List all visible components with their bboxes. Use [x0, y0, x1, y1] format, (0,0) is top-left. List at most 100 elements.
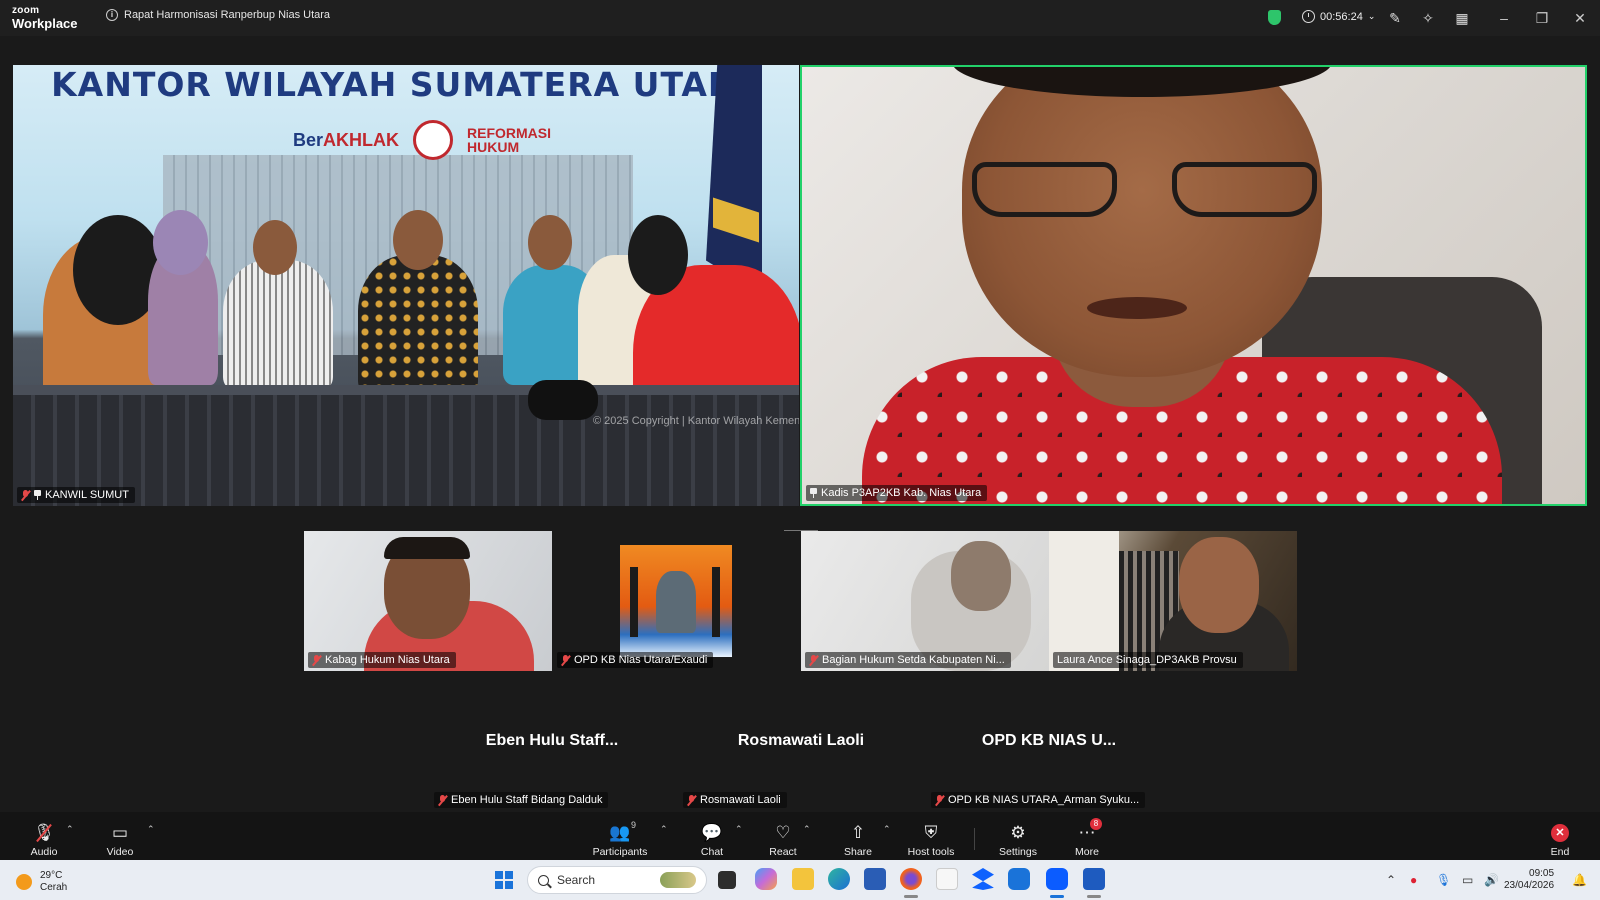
- store-icon[interactable]: [864, 868, 886, 890]
- brand-bottom: Workplace: [12, 16, 78, 31]
- share-button[interactable]: ⇧ Share: [843, 816, 873, 858]
- mic-muted-icon: [935, 794, 944, 806]
- host-tools-button[interactable]: ⛨ Host tools: [906, 816, 956, 858]
- pencil-icon[interactable]: ✎: [1386, 9, 1404, 27]
- video-button[interactable]: ▭ Video: [104, 816, 136, 858]
- participant-display-name: Rosmawati Laoli: [737, 732, 865, 749]
- weather-widget[interactable]: 29°C Cerah: [16, 870, 67, 894]
- audio-button[interactable]: 🎙 Audio: [28, 816, 60, 858]
- video-tile-kabag[interactable]: Kabag Hukum Nias Utara: [304, 531, 552, 671]
- participants-caret-icon[interactable]: ⌃: [660, 824, 668, 835]
- window: [1049, 531, 1119, 671]
- heart-icon: ♡: [775, 823, 791, 842]
- restore-button[interactable]: ❐: [1532, 8, 1552, 28]
- taskbar-search[interactable]: Search: [527, 866, 707, 894]
- chat-caret-icon[interactable]: ⌃: [735, 824, 743, 835]
- video-label: Video: [106, 846, 134, 858]
- grid-view-icon[interactable]: ▦: [1453, 9, 1471, 27]
- hand: [951, 541, 1011, 611]
- person: [358, 255, 478, 395]
- task-view-icon[interactable]: [718, 871, 736, 889]
- person-head: [393, 210, 443, 270]
- audio-options-caret-icon[interactable]: ⌃: [66, 824, 74, 835]
- network-icon[interactable]: ▭: [1462, 873, 1473, 887]
- video-tile-bagian-hukum[interactable]: Bagian Hukum Setda Kabupaten Ni...: [801, 531, 1049, 671]
- berakhlak-ber: Ber: [293, 129, 324, 150]
- chat-button[interactable]: 💬 Chat: [698, 816, 726, 858]
- zoom-app-icon[interactable]: [1046, 868, 1068, 890]
- system-clock[interactable]: 09:05 23/04/2026: [1504, 868, 1554, 892]
- more-dots-icon: ⋯ 8: [1074, 818, 1102, 844]
- name-tile-opd-kb-arman[interactable]: OPD KB NIAS U... OPD KB NIAS UTARA_Arman…: [925, 720, 1173, 812]
- word-icon[interactable]: [1083, 868, 1105, 890]
- meeting-timer[interactable]: 00:56:24 ⌄: [1302, 10, 1375, 23]
- participant-name-tag: Kadis P3AP2KB Kab. Nias Utara: [806, 485, 988, 501]
- video-tile-opd-kb[interactable]: OPD KB Nias Utara/Exaudi: [553, 531, 801, 671]
- participant-name: OPD KB Nias Utara/Exaudi: [574, 654, 708, 666]
- minimize-button[interactable]: –: [1494, 8, 1514, 28]
- more-button[interactable]: ⋯ 8 More: [1072, 816, 1102, 858]
- palm-tree: [630, 567, 638, 637]
- mic-muted-icon: [687, 794, 696, 806]
- video-tile-kanwil[interactable]: KANTOR WILAYAH SUMATERA UTARA BerAKHLAK …: [13, 65, 799, 506]
- more-label: More: [1075, 846, 1099, 858]
- end-button[interactable]: ✕ End: [1548, 816, 1572, 858]
- backdrop-banner: KANTOR WILAYAH SUMATERA UTARA: [51, 65, 761, 104]
- antivirus-icon[interactable]: ●: [1410, 873, 1417, 887]
- notification-bell-icon[interactable]: 🔔: [1572, 873, 1587, 887]
- mic-muted-icon: [561, 654, 570, 666]
- react-caret-icon[interactable]: ⌃: [803, 824, 811, 835]
- meeting-info[interactable]: i Rapat Harmonisasi Ranperbup Nias Utara: [106, 9, 330, 21]
- reformasi-hukum-logo: REFORMASI HUKUM: [467, 125, 552, 155]
- settings-button[interactable]: ⚙ Settings: [998, 816, 1038, 858]
- zoom-window: zoom Workplace i Rapat Harmonisasi Ranpe…: [0, 0, 1600, 900]
- outlook-icon[interactable]: [1008, 868, 1030, 890]
- search-highlight-image: [660, 872, 696, 888]
- edge-browser-icon[interactable]: [828, 868, 850, 890]
- microphone-icon[interactable]: 🎙: [1436, 873, 1451, 887]
- copyright-text: © 2025 Copyright | Kantor Wilayah Kement…: [593, 415, 799, 427]
- camera: [528, 380, 598, 420]
- participant-name: Eben Hulu Staff Bidang Dalduk: [451, 794, 603, 806]
- participant-name: KANWIL SUMUT: [45, 489, 129, 501]
- name-tile-rosmawati[interactable]: Rosmawati Laoli Rosmawati Laoli: [677, 720, 925, 812]
- video-tile-laura[interactable]: Laura Ance Sinaga_DP3AKB Provsu: [1049, 531, 1297, 671]
- video-options-caret-icon[interactable]: ⌃: [147, 824, 155, 835]
- video-tile-active-speaker[interactable]: Kadis P3AP2KB Kab. Nias Utara: [800, 65, 1587, 506]
- participant-display-name: Eben Hulu Staff...: [485, 732, 619, 749]
- clock-date: 23/04/2026: [1504, 880, 1555, 891]
- firefox-icon[interactable]: [900, 868, 922, 890]
- amazon-icon[interactable]: [936, 868, 958, 890]
- react-label: React: [769, 846, 797, 858]
- armored-figure: [656, 571, 696, 633]
- copilot-icon[interactable]: [755, 868, 777, 890]
- sparkle-icon[interactable]: ✧: [1419, 9, 1437, 27]
- share-caret-icon[interactable]: ⌃: [883, 824, 891, 835]
- palm-tree: [712, 567, 720, 637]
- dropbox-icon[interactable]: [972, 868, 994, 890]
- clock-icon: [1302, 10, 1315, 23]
- participant-name: OPD KB NIAS UTARA_Arman Syuku...: [948, 794, 1140, 806]
- person: [223, 260, 333, 390]
- close-button[interactable]: ✕: [1570, 8, 1590, 28]
- search-icon: [538, 874, 549, 886]
- settings-label: Settings: [999, 846, 1037, 858]
- participants-button[interactable]: 👥 9 Participants: [592, 816, 648, 858]
- name-tile-eben[interactable]: Eben Hulu Staff... Eben Hulu Staff Bidan…: [428, 720, 676, 812]
- volume-icon[interactable]: 🔊: [1484, 873, 1499, 887]
- chat-label: Chat: [700, 846, 724, 858]
- encryption-shield-icon[interactable]: [1268, 10, 1281, 25]
- audio-label: Audio: [30, 846, 58, 858]
- info-icon[interactable]: i: [106, 9, 118, 21]
- file-explorer-icon[interactable]: [792, 868, 814, 890]
- person-head: [528, 215, 572, 270]
- chevron-up-icon[interactable]: ⌃: [1386, 873, 1396, 887]
- participant-name: Rosmawati Laoli: [700, 794, 781, 806]
- participant-name-tag: Rosmawati Laoli: [683, 792, 787, 808]
- participant-name: Bagian Hukum Setda Kabupaten Ni...: [822, 654, 1005, 666]
- mouth: [1087, 297, 1187, 319]
- react-button[interactable]: ♡ React: [768, 816, 798, 858]
- windows-start-icon[interactable]: [495, 871, 513, 889]
- brand-top: zoom: [12, 5, 40, 16]
- gear-icon: ⚙: [1010, 823, 1026, 842]
